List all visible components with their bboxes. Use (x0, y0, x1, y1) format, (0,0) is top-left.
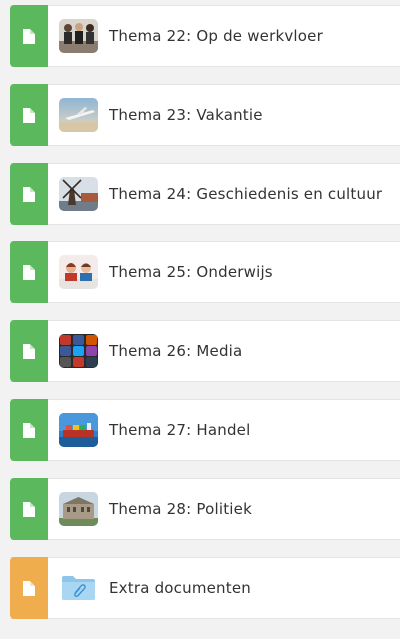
file-icon (23, 186, 35, 202)
airplane-thumbnail (59, 98, 98, 132)
students-thumbnail (59, 255, 98, 289)
file-icon (23, 422, 35, 438)
cargo-ship-thumbnail (59, 413, 98, 447)
section-item-thema-28[interactable]: Thema 28: Politiek (10, 478, 400, 540)
section-item-label: Thema 28: Politiek (109, 500, 252, 518)
parliament-thumbnail (59, 492, 98, 526)
file-icon (23, 28, 35, 44)
section-badge (10, 399, 48, 461)
folder-item-label: Extra documenten (109, 579, 251, 597)
section-item-label: Thema 26: Media (109, 342, 243, 360)
section-item-label: Thema 24: Geschiedenis en cultuur (109, 185, 383, 203)
file-icon (23, 264, 35, 280)
section-item-thema-24[interactable]: Thema 24: Geschiedenis en cultuur (10, 163, 400, 225)
file-icon (23, 580, 35, 596)
section-item-label: Thema 23: Vakantie (109, 106, 263, 124)
windmill-thumbnail (59, 177, 98, 211)
section-item-thema-27[interactable]: Thema 27: Handel (10, 399, 400, 461)
social-media-thumbnail (59, 334, 98, 368)
section-badge (10, 163, 48, 225)
section-item-thema-26[interactable]: Thema 26: Media (10, 320, 400, 382)
section-item-thema-22[interactable]: Thema 22: Op de werkvloer (10, 5, 400, 67)
section-badge (10, 478, 48, 540)
section-list: Thema 22: Op de werkvloer Thema 23: Vaka… (0, 0, 400, 639)
folder-item-extra-documenten[interactable]: Extra documenten (10, 557, 400, 619)
section-item-label: Thema 25: Onderwijs (109, 263, 273, 281)
section-badge (10, 320, 48, 382)
section-badge (10, 241, 48, 303)
file-icon (23, 107, 35, 123)
folder-attachment-icon (59, 571, 98, 605)
section-badge (10, 5, 48, 67)
section-item-label: Thema 27: Handel (109, 421, 251, 439)
section-badge (10, 84, 48, 146)
office-workers-thumbnail (59, 19, 98, 53)
section-item-label: Thema 22: Op de werkvloer (109, 27, 323, 45)
file-icon (23, 501, 35, 517)
section-item-thema-25[interactable]: Thema 25: Onderwijs (10, 241, 400, 303)
section-item-thema-23[interactable]: Thema 23: Vakantie (10, 84, 400, 146)
file-icon (23, 343, 35, 359)
folder-badge (10, 557, 48, 619)
